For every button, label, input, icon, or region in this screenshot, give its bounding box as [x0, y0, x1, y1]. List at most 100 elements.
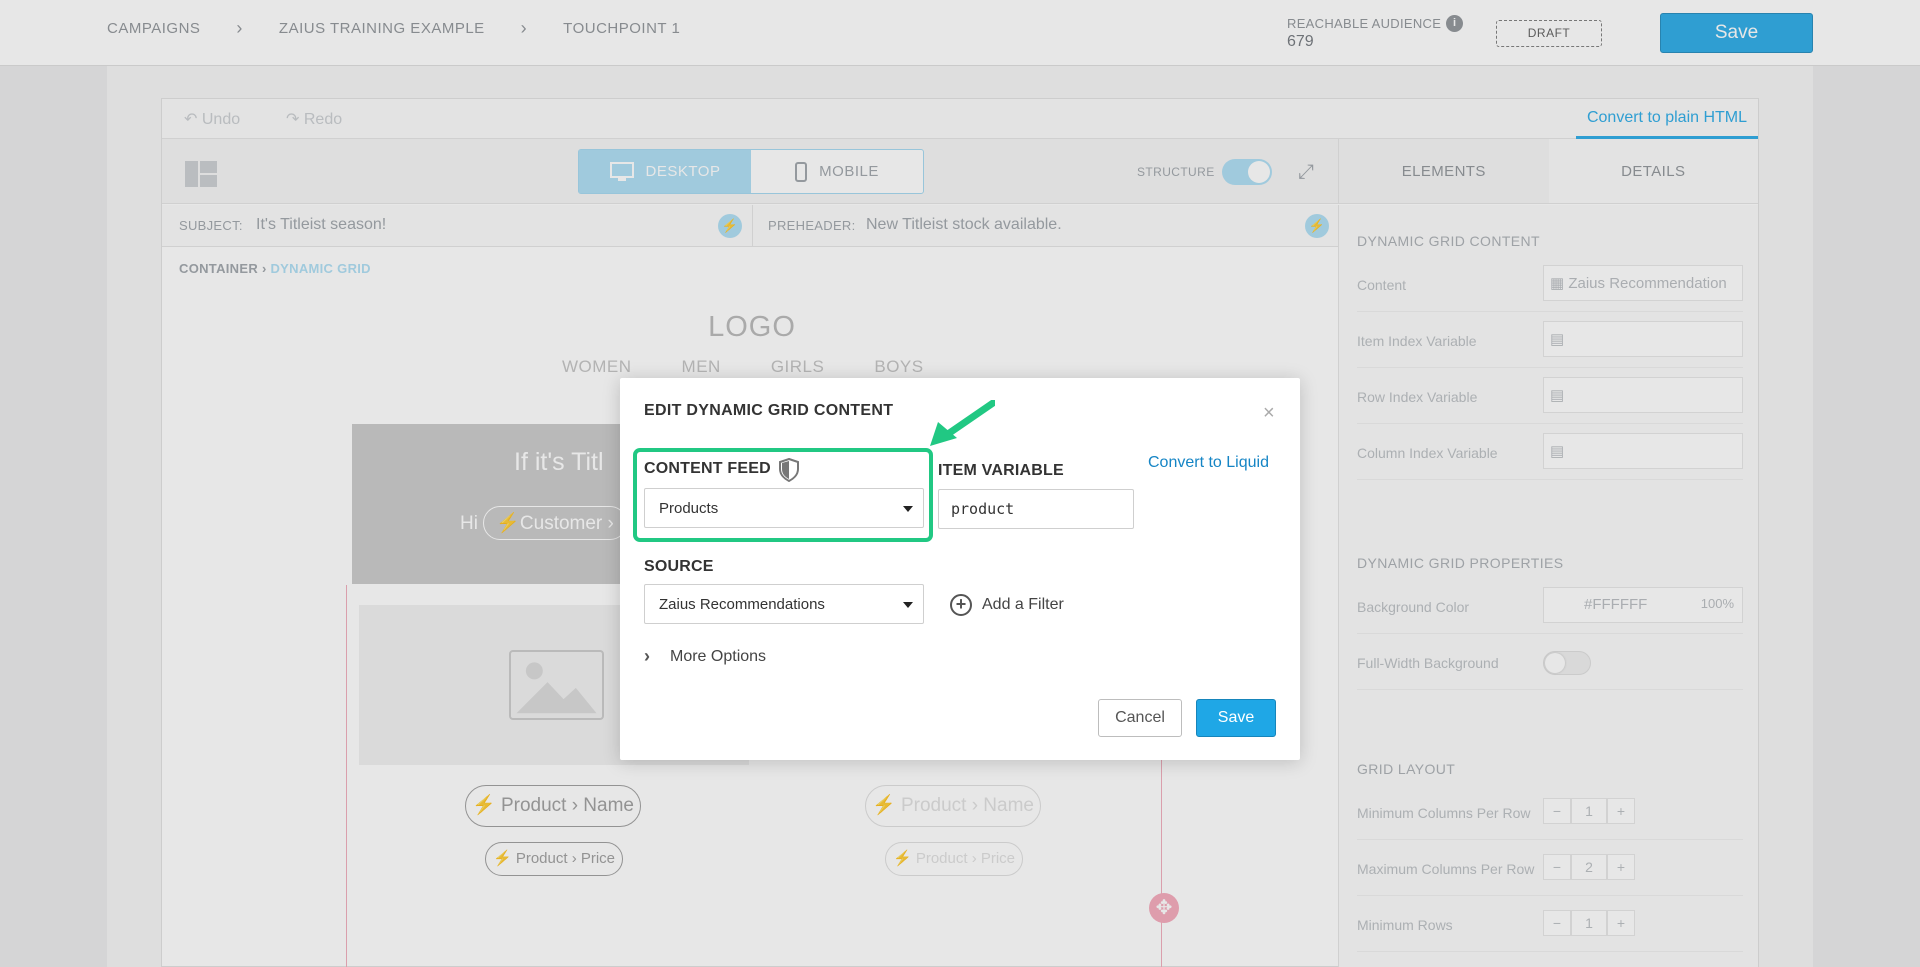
more-options-label: More Options: [670, 647, 767, 665]
product-price-token[interactable]: ⚡ Product › Price: [885, 842, 1023, 876]
source-label: SOURCE: [644, 558, 714, 575]
max-cols-value[interactable]: 2: [1571, 854, 1607, 880]
product-name-token[interactable]: ⚡ Product › Name: [465, 785, 641, 827]
panel-tabs: ELEMENTS DETAILS: [1338, 139, 1758, 204]
mobile-tab[interactable]: MOBILE: [751, 150, 923, 193]
cancel-button[interactable]: Cancel: [1098, 699, 1182, 737]
increment-button[interactable]: +: [1607, 910, 1635, 936]
column-index-field[interactable]: ▤: [1543, 433, 1743, 469]
customer-token[interactable]: ⚡Customer ›: [483, 506, 627, 540]
min-rows-stepper: − 1 +: [1543, 910, 1635, 936]
nav-women[interactable]: WOMEN: [562, 357, 632, 377]
product-price-token[interactable]: ⚡ Product › Price: [485, 842, 623, 876]
redo-label: Redo: [303, 111, 343, 128]
structure-label: STRUCTURE: [1137, 165, 1215, 179]
row-index-field[interactable]: ▤: [1543, 377, 1743, 413]
reachable-audience-count: 679: [1287, 33, 1314, 50]
bg-color-label: Background Color: [1357, 599, 1470, 615]
mobile-icon: [795, 161, 808, 182]
info-icon[interactable]: i: [1446, 15, 1463, 32]
image-icon: [509, 650, 604, 720]
decrement-button[interactable]: −: [1543, 854, 1571, 880]
move-handle-icon[interactable]: ✥: [1149, 893, 1179, 923]
subject-value[interactable]: It's Titleist season!: [256, 216, 386, 234]
breadcrumb: CAMPAIGNS › ZAIUS TRAINING EXAMPLE › TOU…: [107, 18, 680, 39]
bg-color-field[interactable]: #FFFFFF 100%: [1543, 587, 1743, 623]
desktop-tab[interactable]: DESKTOP: [579, 150, 751, 193]
item-variable-input[interactable]: product: [938, 489, 1134, 529]
breadcrumb-campaign[interactable]: ZAIUS TRAINING EXAMPLE: [279, 20, 485, 37]
undo-button[interactable]: ↶ Undo: [184, 109, 240, 129]
id-card-icon: ▤: [1550, 387, 1565, 404]
max-cols-label: Maximum Columns Per Row: [1357, 861, 1535, 877]
content-value: Zaius Recommendation: [1568, 275, 1727, 292]
caret-down-icon: [903, 506, 913, 512]
preheader-value[interactable]: New Titleist stock available.: [866, 216, 1062, 234]
max-cols-stepper: − 2 +: [1543, 854, 1635, 880]
tab-elements[interactable]: ELEMENTS: [1339, 139, 1549, 203]
content-feed-label: CONTENT FEED: [644, 460, 771, 477]
breadcrumb-dynamic-grid[interactable]: DYNAMIC GRID: [270, 261, 370, 276]
status-badge: DRAFT: [1496, 20, 1602, 47]
min-cols-value[interactable]: 1: [1571, 798, 1607, 824]
row-index-row: Row Index Variable ▤: [1357, 369, 1743, 424]
content-feed-value: Products: [659, 500, 719, 517]
customer-token-label: Customer ›: [519, 513, 614, 534]
fullscreen-icon[interactable]: ⤢: [1298, 161, 1314, 184]
more-options-toggle[interactable]: › More Options: [644, 646, 766, 667]
increment-button[interactable]: +: [1607, 798, 1635, 824]
chevron-right-icon: ›: [644, 646, 650, 666]
column-index-row: Column Index Variable ▤: [1357, 425, 1743, 480]
decrement-button[interactable]: −: [1543, 798, 1571, 824]
nav-men[interactable]: MEN: [682, 357, 721, 377]
shield-icon[interactable]: [778, 458, 800, 482]
save-button[interactable]: Save: [1660, 13, 1813, 53]
subject-preheader-row: SUBJECT: It's Titleist season! ⚡ PREHEAD…: [162, 205, 1338, 247]
tab-details[interactable]: DETAILS: [1548, 139, 1758, 203]
desktop-icon: [609, 161, 634, 181]
nav-girls[interactable]: GIRLS: [771, 357, 825, 377]
redo-button[interactable]: ↷ Redo: [286, 109, 342, 129]
bg-color-value: #FFFFFF: [1584, 596, 1648, 613]
content-feed-select[interactable]: Products: [644, 488, 924, 528]
element-breadcrumb: CONTAINER › DYNAMIC GRID: [179, 261, 371, 276]
product-name-token[interactable]: ⚡ Product › Name: [865, 785, 1041, 827]
grid-icon: ▦: [1550, 275, 1569, 292]
preheader-label: PREHEADER:: [768, 218, 856, 233]
modal-save-button[interactable]: Save: [1196, 699, 1276, 737]
structure-toggle[interactable]: [1222, 159, 1272, 185]
annotation-arrow-icon: [930, 400, 995, 446]
chevron-right-icon: ›: [520, 18, 528, 38]
plus-circle-icon: +: [950, 594, 972, 616]
section-title: DYNAMIC GRID PROPERTIES: [1357, 555, 1564, 571]
email-logo[interactable]: LOGO: [352, 311, 1152, 344]
min-rows-value[interactable]: 1: [1571, 910, 1607, 936]
product-name-label: Product › Name: [500, 795, 634, 816]
product-price-label: Product › Price: [515, 850, 616, 867]
breadcrumb-container[interactable]: CONTAINER: [179, 261, 258, 276]
breadcrumb-campaigns[interactable]: CAMPAIGNS: [107, 20, 200, 37]
source-select[interactable]: Zaius Recommendations: [644, 584, 924, 624]
convert-to-html-tab[interactable]: Convert to plain HTML: [1576, 99, 1758, 139]
increment-button[interactable]: +: [1607, 854, 1635, 880]
breadcrumb-touchpoint[interactable]: TOUCHPOINT 1: [563, 20, 680, 37]
lightning-icon[interactable]: ⚡: [1305, 214, 1329, 238]
undo-label: Undo: [201, 111, 241, 128]
content-field[interactable]: ▦ Zaius Recommendation: [1543, 265, 1743, 301]
nav-boys[interactable]: BOYS: [874, 357, 923, 377]
add-filter-button[interactable]: + Add a Filter: [950, 594, 1064, 616]
lightning-icon[interactable]: ⚡: [718, 214, 742, 238]
content-label: Content: [1357, 277, 1407, 293]
item-index-field[interactable]: ▤: [1543, 321, 1743, 357]
decrement-button[interactable]: −: [1543, 910, 1571, 936]
bg-color-row: Background Color #FFFFFF 100%: [1357, 579, 1743, 634]
item-variable-label: ITEM VARIABLE: [938, 462, 1064, 479]
full-width-toggle[interactable]: [1543, 651, 1591, 675]
content-row: Content ▦ Zaius Recommendation: [1357, 257, 1743, 312]
caret-down-icon: [903, 602, 913, 608]
layout-grid-icon[interactable]: [185, 161, 217, 187]
min-cols-label: Minimum Columns Per Row: [1357, 805, 1531, 821]
convert-to-liquid-link[interactable]: Convert to Liquid: [1148, 454, 1269, 472]
chevron-right-icon: ›: [236, 18, 243, 38]
close-icon[interactable]: ×: [1263, 402, 1275, 425]
